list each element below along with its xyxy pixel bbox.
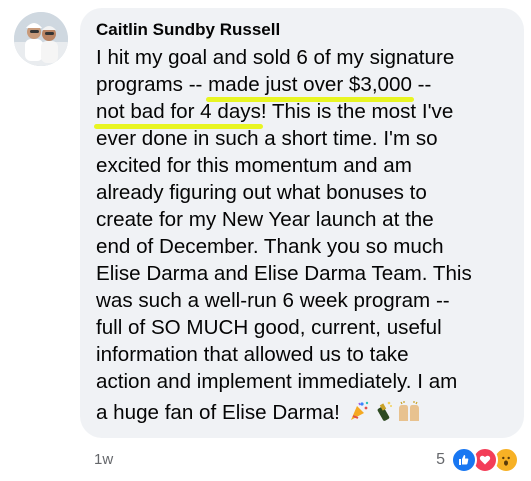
comment-line: programs -- made just over $3,000 -- [96,71,512,102]
comment-line: action and implement immediately. I am [96,370,458,393]
avatar[interactable] [14,12,68,66]
comment-line: I hit my goal and sold 6 of my signature [96,46,455,69]
comment-line: not bad for 4 days! This is the most I'v… [94,98,512,129]
comment-body: I hit my goal and sold 6 of my signature… [94,44,512,429]
comment-text: programs -- [96,73,209,96]
comment-line: full of SO MUCH good, current, useful [96,316,442,339]
highlighted-duration: not bad for 4 days [96,100,261,123]
champagne-icon [372,400,394,429]
comment-line: create for my New Year launch at the [96,208,434,231]
comment-timestamp[interactable]: 1w [94,451,113,468]
comment-line: was such a well-run 6 week program -- [96,289,450,312]
comment-line: end of December. Thank you so much [96,235,444,258]
comment-text: a huge fan of Elise Darma! [96,401,346,424]
comment-text: -- [411,73,432,96]
comment-author[interactable]: Caitlin Sundby Russell [96,19,512,41]
like-icon [451,447,477,473]
profile-photo [14,12,68,66]
comment-line: already figuring out what bonuses to [96,181,427,204]
comment-line: a huge fan of Elise Darma! [96,399,512,429]
highlighted-amount: made just over $3,000 [208,73,412,96]
party-popper-icon [348,400,370,429]
comment-line: ever done in such a short time. I'm so [96,127,438,150]
comment-text: ! This is the most I've [260,100,454,123]
raising-hands-icon [396,400,422,429]
reaction-count: 5 [436,451,445,468]
highlighted-text: made just over $3,000 [206,71,414,102]
highlighted-text: not bad for 4 days [94,98,263,129]
highlight-underline [94,124,263,129]
comment-line: information that allowed us to take [96,343,409,366]
comment-line: Elise Darma and Elise Darma Team. This [96,262,472,285]
comment-bubble: Caitlin Sundby Russell I hit my goal and… [80,8,524,438]
comment-line: excited for this momentum and am [96,154,412,177]
reactions-summary[interactable]: 5 [436,447,519,473]
